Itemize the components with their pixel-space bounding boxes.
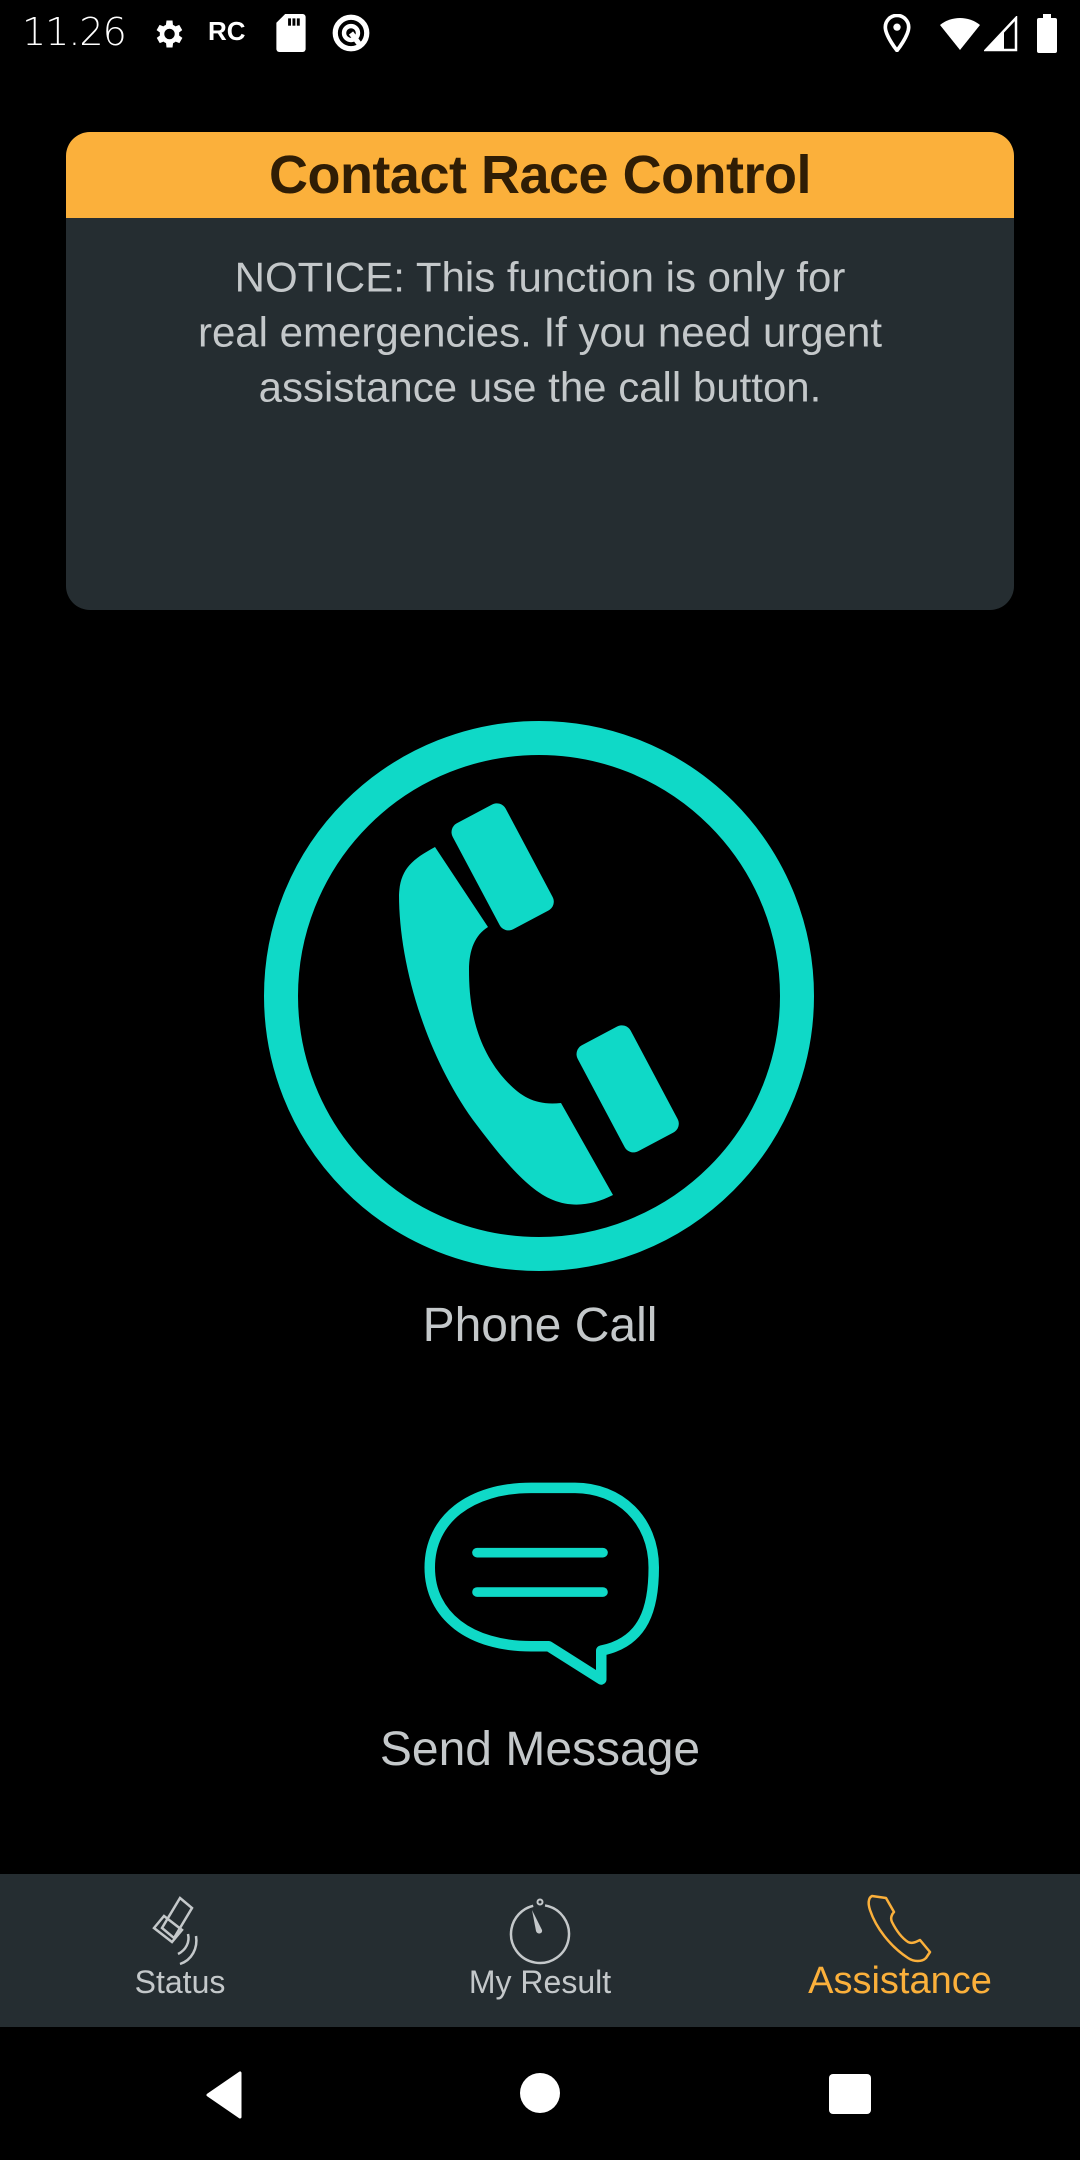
- phone-call-button[interactable]: [263, 720, 815, 1272]
- card-title: Contact Race Control: [268, 145, 812, 205]
- notice-line: NOTICE: This function is only for: [234, 253, 846, 301]
- wifi-icon: [940, 17, 980, 50]
- location-pin-icon: [883, 14, 911, 52]
- back-icon[interactable]: [204, 2071, 244, 2119]
- phone-icon: [867, 1894, 932, 1963]
- nav-label-status: Status: [134, 1964, 226, 2000]
- battery-icon: [1037, 14, 1057, 53]
- notice-line: assistance use the call button.: [258, 363, 822, 411]
- nav-label-my-result: My Result: [468, 1964, 612, 2000]
- send-message-label[interactable]: Send Message: [0, 1722, 1080, 1777]
- chat-bubble-icon: [424, 1482, 659, 1685]
- race-control-card: Contact Race Control NOTICE: This functi…: [66, 132, 1014, 610]
- nav-item-status[interactable]: Status: [0, 1874, 360, 2027]
- notice-text: NOTICE: This function is only for real e…: [66, 250, 1014, 415]
- cell-signal-icon: [984, 16, 1018, 52]
- system-nav-bar: [0, 2027, 1080, 2160]
- q-circle-icon: [332, 14, 370, 52]
- status-time: 11.26: [22, 10, 127, 54]
- nav-item-assistance[interactable]: Assistance: [720, 1874, 1080, 2027]
- home-icon[interactable]: [518, 2071, 562, 2115]
- status-bar: 11.26 RC: [0, 0, 1080, 66]
- bottom-nav: Status My Result Assistance: [0, 1874, 1080, 2027]
- send-message-button[interactable]: [400, 1470, 680, 1700]
- satellite-icon: [152, 1896, 198, 1966]
- rc-text-icon: RC: [208, 16, 246, 46]
- sd-card-icon: [276, 14, 306, 52]
- nav-label-assistance: Assistance: [808, 1960, 992, 2002]
- stopwatch-icon: [509, 1898, 571, 1965]
- phone-call-label[interactable]: Phone Call: [0, 1298, 1080, 1353]
- notice-line: real emergencies. If you need urgent: [197, 308, 883, 356]
- phone-circle-icon: [264, 721, 814, 1271]
- card-header: Contact Race Control: [66, 132, 1014, 218]
- settings-gear-icon: [156, 20, 183, 48]
- nav-item-my-result[interactable]: My Result: [360, 1874, 720, 2027]
- recents-icon[interactable]: [828, 2073, 872, 2115]
